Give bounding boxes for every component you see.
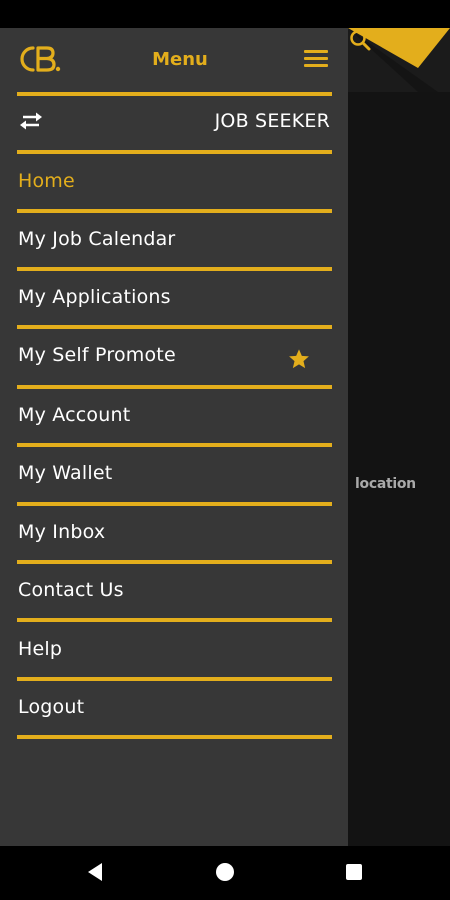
drawer-header: Menu bbox=[0, 28, 348, 92]
status-bar bbox=[0, 0, 450, 28]
navigation-drawer: Menu JOB SEEKER Home My Job Calendar My … bbox=[0, 28, 348, 846]
divider bbox=[17, 502, 332, 506]
menu-item-home[interactable]: Home bbox=[0, 156, 348, 208]
divider bbox=[17, 267, 332, 271]
menu-item-label: My Applications bbox=[18, 286, 171, 308]
menu-item-my-job-calendar[interactable]: My Job Calendar bbox=[0, 214, 348, 266]
menu-item-label: My Account bbox=[18, 404, 131, 426]
menu-item-label: My Self Promote bbox=[18, 344, 176, 366]
swap-icon bbox=[20, 112, 42, 130]
menu-item-my-applications[interactable]: My Applications bbox=[0, 272, 348, 324]
divider bbox=[17, 618, 332, 622]
back-icon[interactable] bbox=[86, 862, 104, 882]
system-navigation-bar bbox=[0, 846, 450, 900]
menu-item-label: Home bbox=[18, 170, 75, 192]
location-label: location bbox=[355, 476, 416, 492]
role-switch-row[interactable]: JOB SEEKER bbox=[0, 96, 348, 148]
menu-item-logout[interactable]: Logout bbox=[0, 682, 348, 734]
menu-item-my-account[interactable]: My Account bbox=[0, 390, 348, 442]
menu-item-my-self-promote[interactable]: My Self Promote bbox=[0, 330, 348, 382]
recents-icon[interactable] bbox=[346, 864, 362, 880]
divider bbox=[17, 735, 332, 739]
menu-item-contact-us[interactable]: Contact Us bbox=[0, 565, 348, 617]
background-header bbox=[348, 28, 450, 92]
home-icon[interactable] bbox=[216, 863, 234, 881]
divider bbox=[17, 385, 332, 389]
menu-item-label: Contact Us bbox=[18, 579, 124, 601]
star-icon bbox=[289, 349, 309, 369]
divider bbox=[17, 443, 332, 447]
role-label: JOB SEEKER bbox=[214, 110, 330, 132]
menu-item-help[interactable]: Help bbox=[0, 624, 348, 676]
hamburger-icon[interactable] bbox=[304, 50, 328, 70]
menu-item-my-inbox[interactable]: My Inbox bbox=[0, 507, 348, 559]
menu-item-label: My Wallet bbox=[18, 462, 113, 484]
divider bbox=[17, 677, 332, 681]
divider bbox=[17, 209, 332, 213]
menu-item-label: Logout bbox=[18, 696, 85, 718]
menu-item-label: My Inbox bbox=[18, 521, 106, 543]
divider bbox=[17, 325, 332, 329]
menu-item-label: My Job Calendar bbox=[18, 228, 176, 250]
menu-item-label: Help bbox=[18, 638, 63, 660]
background-screen bbox=[348, 28, 450, 846]
divider bbox=[17, 150, 332, 154]
menu-item-my-wallet[interactable]: My Wallet bbox=[0, 448, 348, 500]
divider bbox=[17, 560, 332, 564]
